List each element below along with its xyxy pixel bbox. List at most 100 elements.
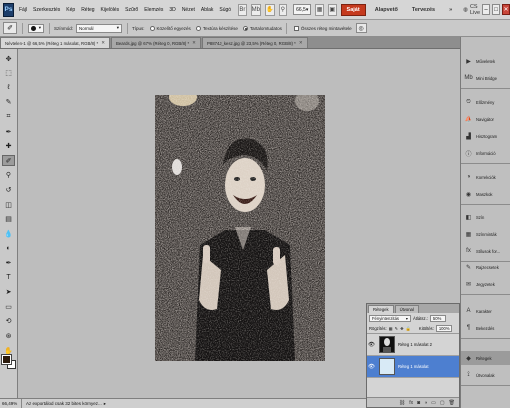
brush-size-picker[interactable]: ▾ — [28, 23, 44, 33]
pen-tool[interactable]: ✒ — [2, 257, 15, 268]
dock-item-muveletek[interactable]: ▶ Műveletek — [461, 54, 510, 68]
more-workspaces-button[interactable]: » — [444, 5, 457, 15]
menu-layer[interactable]: Réteg — [78, 7, 97, 13]
clone-stamp-tool[interactable]: ⚲ — [2, 170, 15, 181]
menu-3d[interactable]: 3D — [166, 7, 178, 13]
cs-live-button[interactable]: ◍ CS Live — [463, 4, 480, 16]
tab-layers[interactable]: Rétegek — [368, 305, 394, 313]
3d-rotate-tool[interactable]: ⟲ — [2, 316, 15, 327]
menu-window[interactable]: Ablak — [198, 7, 217, 13]
layer-row-selected[interactable]: 👁 Réteg 1 másolat — [367, 356, 459, 378]
mode-select[interactable]: Normál ▾ — [76, 23, 123, 33]
layer-row[interactable]: 👁 Réteg 1 másolat 2 — [367, 334, 459, 356]
3d-orbit-tool[interactable]: ⊛ — [2, 330, 15, 341]
dock-item-korrekciok[interactable]: ◑ Korrekciók — [461, 170, 510, 184]
dock-item-stilusok[interactable]: fx Stílusok for... — [461, 244, 510, 258]
chevron-right-icon[interactable]: ▸ — [104, 401, 106, 407]
close-button[interactable]: ✕ — [502, 4, 510, 15]
arrange-icon[interactable]: ▦ — [315, 3, 324, 16]
dock-item-szinek[interactable]: ◧ Szín — [461, 210, 510, 224]
menu-image[interactable]: Kép — [63, 7, 78, 13]
create-texture-radio[interactable] — [195, 25, 201, 31]
zoom-dropdown[interactable]: 66,5 ▾ — [293, 4, 312, 15]
lock-all-icon[interactable]: 🔒 — [406, 326, 411, 332]
menu-file[interactable]: Fájl — [16, 7, 30, 13]
dock-item-retegek[interactable]: ◆ Rétegek — [461, 351, 510, 365]
blend-mode-select[interactable]: Fényintenzitás ▾ — [369, 315, 411, 322]
blur-tool[interactable]: 💧 — [2, 228, 15, 239]
link-icon[interactable]: ⛓ — [399, 400, 405, 406]
history-brush-tool[interactable]: ↺ — [2, 184, 15, 195]
workspace-design-button[interactable]: Tervezés — [407, 5, 440, 15]
trash-icon[interactable]: 🗑 — [449, 400, 455, 406]
dock-item-elozmeny[interactable]: ⏲ Előzmény — [461, 95, 510, 109]
dock-item-rajzecsetek[interactable]: ✎ Rajzecsetek — [461, 260, 510, 274]
gradient-tool[interactable]: ▤ — [2, 214, 15, 225]
workspace-essentials-button[interactable]: Alapvető — [370, 5, 403, 15]
hand-icon[interactable]: ✋ — [265, 3, 275, 16]
eyedropper-tool[interactable]: ✒ — [2, 126, 15, 137]
document-tab-3[interactable]: P8874J_kesz.jpg @ 23,5% (Réteg 0, RGB/8)… — [201, 37, 308, 48]
minimize-button[interactable]: – — [482, 4, 491, 15]
dock-item-mini-bridge[interactable]: Mb Mini Bridge — [461, 71, 510, 85]
dock-item-hisztogram[interactable]: ▟ Hisztogram — [461, 129, 510, 143]
dodge-tool[interactable]: ◐ — [2, 243, 15, 254]
dock-item-informacio[interactable]: ⓘ Információ — [461, 146, 510, 160]
eye-icon[interactable]: 👁 — [367, 342, 376, 348]
close-icon[interactable]: ✕ — [299, 40, 303, 46]
minibridge-icon[interactable]: Mb — [250, 3, 262, 16]
menu-analysis[interactable]: Elemzés — [141, 7, 166, 13]
lasso-tool[interactable]: ℓ — [2, 82, 15, 93]
fill-input[interactable]: 100% — [435, 325, 452, 332]
eraser-tool[interactable]: ◫ — [2, 199, 15, 210]
move-tool[interactable]: ✥ — [2, 53, 15, 64]
dock-item-szinmintak[interactable]: ▦ Színminták — [461, 227, 510, 241]
tab-paths[interactable]: Útvonal — [394, 305, 419, 313]
adjustment-icon[interactable]: ◑ — [424, 400, 427, 406]
quick-select-tool[interactable]: ✎ — [2, 97, 15, 108]
close-icon[interactable]: ✕ — [192, 40, 196, 46]
brush-tool[interactable]: ✐ — [2, 155, 15, 167]
folder-icon[interactable]: ▭ — [431, 400, 436, 406]
path-select-tool[interactable]: ➤ — [2, 287, 15, 298]
marquee-tool[interactable]: ⬚ — [2, 68, 15, 79]
shape-tool[interactable]: ▭ — [2, 301, 15, 312]
close-icon[interactable]: ✕ — [101, 40, 105, 46]
eye-icon[interactable]: 👁 — [367, 364, 376, 370]
dock-item-bekezdes[interactable]: ¶ Bekezdés — [461, 321, 510, 335]
mask-icon[interactable]: ◙ — [417, 400, 420, 406]
document-image[interactable] — [155, 95, 325, 361]
dock-item-jegyzetek[interactable]: ✉ Jegyzetek — [461, 277, 510, 291]
new-layer-icon[interactable]: ▢ — [440, 400, 445, 406]
pressure-icon[interactable]: ◎ — [355, 23, 367, 33]
maximize-button[interactable]: □ — [492, 4, 500, 15]
zoom-status[interactable]: 66,49% — [0, 399, 22, 408]
content-aware-radio[interactable] — [242, 25, 248, 31]
lock-transparency-icon[interactable]: ▦ — [389, 326, 393, 331]
dock-item-karakter[interactable]: A Karakter — [461, 304, 510, 318]
healing-brush-tool[interactable]: ✚ — [2, 141, 15, 152]
dock-item-navigator[interactable]: ⛵ Navigátor — [461, 112, 510, 126]
type-tool[interactable]: T — [2, 272, 15, 283]
menu-edit[interactable]: Szerkesztés — [30, 7, 63, 13]
dock-item-utvonalak[interactable]: ⟟ Útvonalak — [461, 368, 510, 382]
crop-tool[interactable]: ⌗ — [2, 111, 15, 122]
lock-pixels-icon[interactable]: ✎ — [395, 326, 399, 331]
workspace-active-button[interactable]: Saját — [340, 3, 366, 16]
foreground-color-swatch[interactable] — [1, 354, 12, 365]
tool-preset-picker[interactable]: ✐ — [3, 22, 17, 34]
fx-icon[interactable]: fx — [409, 400, 413, 406]
menu-view[interactable]: Nézet — [179, 7, 198, 13]
menu-select[interactable]: Kijelölés — [98, 7, 123, 13]
sample-all-layers-checkbox[interactable] — [293, 25, 299, 31]
screen-mode-icon[interactable]: ▣ — [327, 3, 337, 16]
dock-item-maszkok[interactable]: ◉ Maszkok — [461, 187, 510, 201]
proximity-match-radio[interactable] — [149, 25, 155, 31]
bridge-icon[interactable]: Br — [238, 3, 247, 16]
menu-filter[interactable]: Szűrő — [122, 7, 141, 13]
document-tab-1[interactable]: Névtelen-1 @ 66,5% (Réteg 1 másolat, RGB… — [0, 37, 110, 48]
opacity-input[interactable]: 50% — [429, 315, 446, 322]
menu-help[interactable]: Súgó — [216, 7, 234, 13]
document-tab-2[interactable]: Beards.jpg @ 67% (Réteg 0, RGB/8) * ✕ — [111, 37, 201, 48]
lock-position-icon[interactable]: ✥ — [400, 326, 404, 331]
